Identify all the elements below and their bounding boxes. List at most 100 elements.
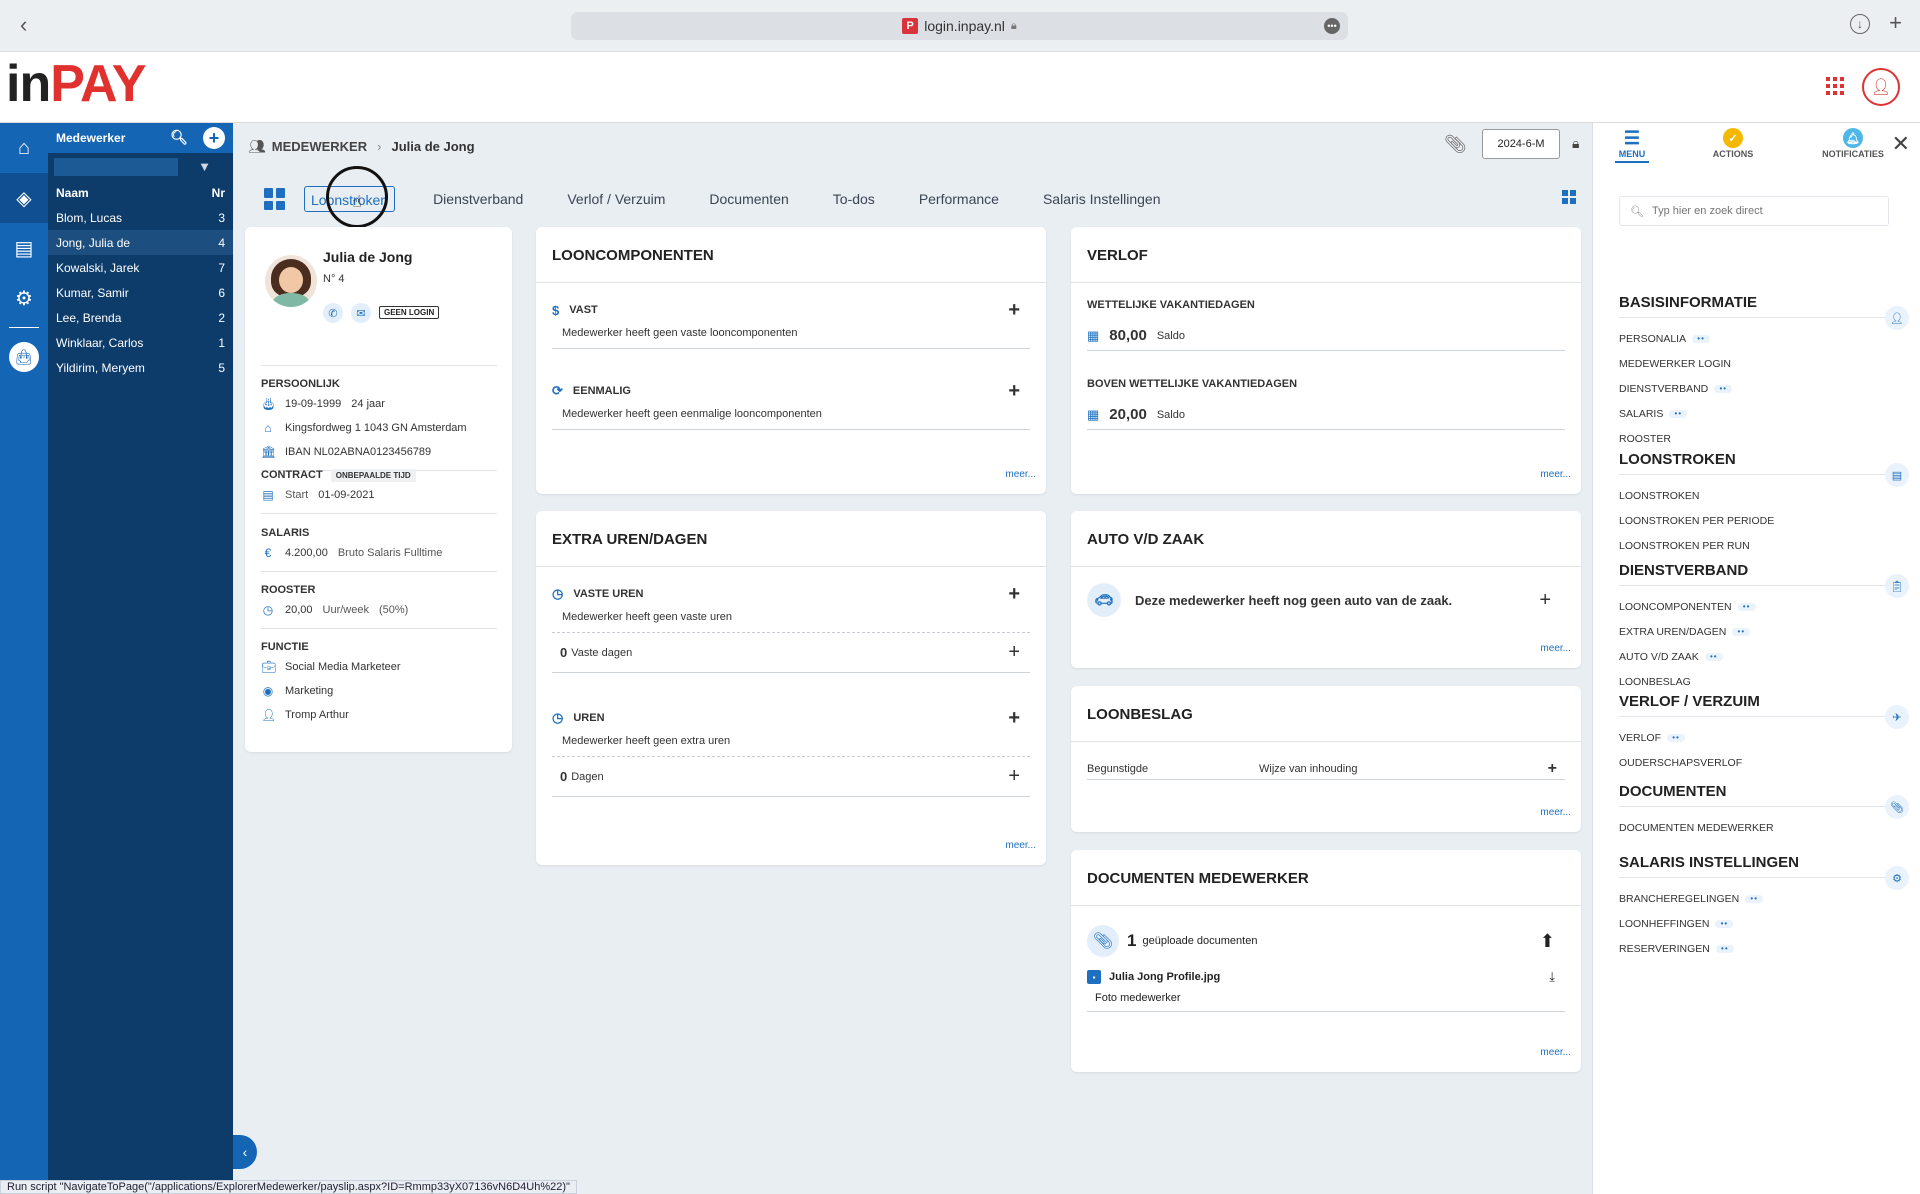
breadcrumb-section[interactable]: MEDEWERKER [272,139,367,154]
menu-item[interactable]: LOONSTROKEN PER PERIODE [1619,508,1909,533]
layout-icon[interactable] [1562,190,1576,204]
tab-dienstverband[interactable]: Dienstverband [427,186,529,212]
more-dots-icon: •• [1737,602,1756,611]
more-icon[interactable]: ••• [1324,18,1340,34]
add-uren-button[interactable]: + [1008,707,1020,730]
menu-section: VERLOF / VERZUIM ✈︎ VERLOF •• OUDERSCHAPSVER… [1619,693,1909,775]
tab-documenten[interactable]: Documenten [703,186,794,212]
menu-item[interactable]: DIENSTVERBAND •• [1619,376,1909,401]
gear-icon[interactable]: ⚙︎ [0,273,48,323]
profile-nr: N° 4 [323,273,345,285]
add-vast-button[interactable]: + [1008,299,1020,322]
menu-item-label: RESERVERINGEN [1619,942,1710,955]
add-auto-button[interactable]: + [1539,589,1551,612]
employee-search-input[interactable] [54,158,178,176]
menu-item[interactable]: RESERVERINGEN •• [1619,936,1909,961]
verlof-meer-link[interactable]: meer... [1540,469,1571,480]
menu-item-label: DOCUMENTEN MEDEWERKER [1619,821,1774,834]
menu-item[interactable]: AUTO V/D ZAAK •• [1619,644,1909,669]
menu-item[interactable]: LOONCOMPONENTEN •• [1619,594,1909,619]
add-vaste-uren-button[interactable]: + [1008,583,1020,606]
right-panel: ☰ MENU ✓ ACTIONS 🔔︎ NOTIFICATIES ✕ 🔍︎ BA… [1592,123,1920,1194]
menu-item[interactable]: DOCUMENTEN MEDEWERKER [1619,815,1909,840]
employee-row[interactable]: Yildirim, Meryem 5 [48,355,233,380]
tab-salaris-instellingen[interactable]: Salaris Instellingen [1037,186,1167,212]
close-icon[interactable]: ✕ [1892,131,1910,157]
euro-icon: € [264,546,272,560]
tab-todos[interactable]: To-dos [827,186,881,212]
lock-icon[interactable]: 🔒︎ [1572,135,1579,152]
bag-icon[interactable]: 👜︎ [0,332,48,382]
employee-nr: 6 [218,285,225,300]
apps-grid-icon[interactable] [1826,77,1844,95]
menu-item-label: VERLOF [1619,731,1662,744]
menu-item[interactable]: OUDERSCHAPSVERLOF [1619,750,1909,775]
back-icon[interactable]: ‹ [20,12,27,38]
age: 24 jaar [351,398,385,410]
user-icon[interactable]: 👤︎ [1862,68,1900,106]
menu-item[interactable]: VERLOF •• [1619,725,1909,750]
menu-item[interactable]: LOONSTROKEN PER RUN [1619,533,1909,558]
employee-row[interactable]: Winklaar, Carlos 1 [48,330,233,355]
auto-meer-link[interactable]: meer... [1540,643,1571,654]
phone-icon[interactable]: ✆ [323,303,343,323]
menu-item-label: LOONSTROKEN PER PERIODE [1619,514,1775,527]
menu-item[interactable]: LOONHEFFINGEN •• [1619,911,1909,936]
filter-icon[interactable]: ▼ [198,159,211,174]
loonbeslag-meer-link[interactable]: meer... [1540,807,1571,818]
looncomponenten-meer-link[interactable]: meer... [1005,469,1036,480]
add-eenmalig-button[interactable]: + [1008,380,1020,403]
upload-icon[interactable]: ⬆ [1540,931,1555,952]
add-vaste-dagen-button[interactable]: + [1008,641,1020,664]
download-icon[interactable]: ⤓ [1549,969,1555,985]
tab-menu[interactable]: ☰ MENU [1615,127,1649,163]
paperclip-icon[interactable]: 📎︎ [1444,134,1467,155]
section-contract: CONTRACT ONBEPAALDE TIJD ▤ Start 01-09-2021 [261,467,497,514]
column-nr[interactable]: Nr [212,186,225,200]
extra-uren-meer-link[interactable]: meer... [1005,840,1036,851]
menu-item[interactable]: ROOSTER [1619,426,1909,451]
menu-search-input[interactable] [1651,205,1872,217]
menu-item[interactable]: PERSONALIA •• [1619,326,1909,351]
menu-item[interactable]: SALARIS •• [1619,401,1909,426]
home-icon[interactable]: ⌂ [0,123,48,173]
list-icon[interactable]: ▤ [0,223,48,273]
add-loonbeslag-button[interactable]: + [1548,760,1557,778]
tab-notificaties[interactable]: 🔔︎ NOTIFICATIES [1803,127,1903,159]
collapse-panel-button[interactable]: ‹ [233,1135,257,1169]
eenmalig-section: ⟳ EENMALIG + Medewerker heeft geen eenmali… [552,380,1030,430]
new-tab-icon[interactable]: + [1889,10,1902,36]
search-icon: 🔍︎ [1630,205,1644,218]
menu-item[interactable]: BRANCHEREGELINGEN •• [1619,886,1909,911]
tab-actions[interactable]: ✓ ACTIONS [1703,127,1763,159]
menu-item-label: LOONHEFFINGEN [1619,917,1710,930]
period-selector[interactable]: 2024-6-M [1482,129,1560,159]
documenten-meer-link[interactable]: meer... [1540,1047,1571,1058]
employee-row[interactable]: Blom, Lucas 3 [48,205,233,230]
tab-performance[interactable]: Performance [913,186,1005,212]
vaste-uren-section: ◷ VASTE UREN + Medewerker heeft geen vaste… [552,583,1030,673]
menu-item[interactable]: LOONSTROKEN [1619,483,1909,508]
status-bar: Run script "NavigateToPage("/application… [0,1180,577,1194]
menu-item[interactable]: LOONBESLAG [1619,669,1909,694]
add-employee-button[interactable]: + [203,127,225,149]
tab-verlof-verzuim[interactable]: Verlof / Verzuim [561,186,671,212]
column-name[interactable]: Naam [56,186,89,200]
document-icon: ▤ [262,488,274,502]
employee-row[interactable]: Kowalski, Jarek 7 [48,255,233,280]
dashboard-icon[interactable] [264,188,286,210]
compass-icon[interactable]: ◈ [0,173,48,223]
menu-item[interactable]: MEDEWERKER LOGIN [1619,351,1909,376]
add-dagen-button[interactable]: + [1008,765,1020,788]
download-icon[interactable]: ↓ [1850,14,1870,34]
employee-row[interactable]: Kumar, Samir 6 [48,280,233,305]
employee-row[interactable]: Jong, Julia de 4 [48,230,233,255]
mail-icon[interactable]: ✉ [351,303,371,323]
address-bar[interactable]: P login.inpay.nl 🔒︎ ••• [571,12,1348,40]
inpay-logo[interactable]: inPAY [6,54,147,114]
search-icon[interactable]: 🔍︎ [170,129,188,146]
menu-section: BASISINFORMATIE 👤︎ PERSONALIA •• MEDEWERKER … [1619,294,1909,451]
menu-item[interactable]: EXTRA UREN/DAGEN •• [1619,619,1909,644]
document-filename[interactable]: Julia Jong Profile.jpg [1109,971,1220,983]
employee-row[interactable]: Lee, Brenda 2 [48,305,233,330]
